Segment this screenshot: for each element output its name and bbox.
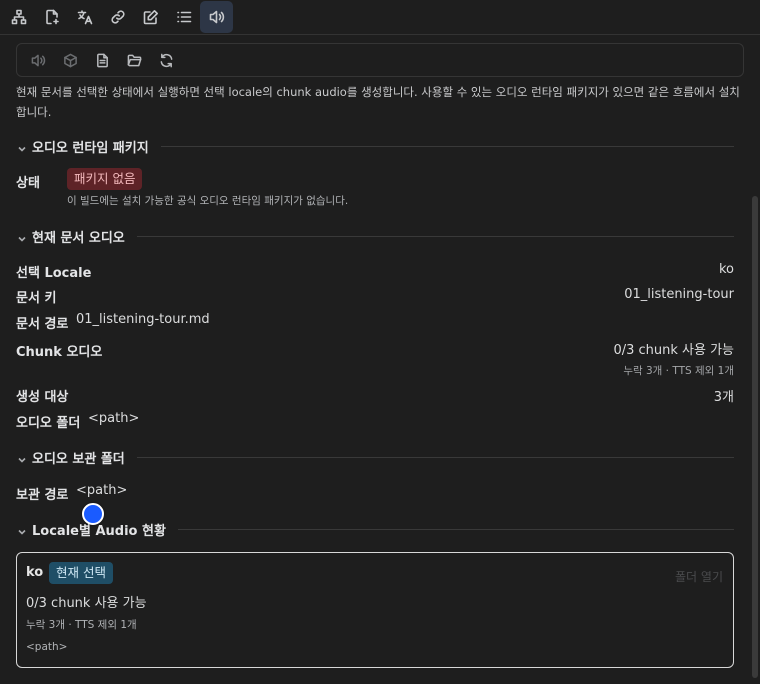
sitemap-icon — [11, 9, 26, 25]
runtime-note: 이 빌드에는 설치 가능한 공식 오디오 런타임 패키지가 없습니다. — [67, 195, 349, 207]
chevron-down-icon — [16, 230, 28, 242]
tab-links[interactable] — [101, 1, 134, 33]
file-link-icon — [45, 9, 59, 25]
open-folder-button[interactable]: 폴더 열기 — [675, 568, 723, 585]
document-icon — [96, 53, 108, 67]
tab-list[interactable] — [167, 1, 200, 33]
current-selection-badge: 현재 선택 — [49, 562, 113, 584]
audio-folder-value: <path> — [88, 411, 140, 426]
chunk-audio-value: 0/3 chunk 사용 가능 — [613, 343, 734, 358]
tab-edit[interactable] — [134, 1, 167, 33]
folder-icon — [127, 54, 141, 66]
runtime-section-toggle[interactable]: 오디오 런타임 패키지 — [16, 136, 734, 156]
archive-section-toggle[interactable]: 오디오 보관 폴더 — [16, 447, 734, 467]
doc-key-value: 01_listening-tour — [624, 287, 734, 302]
doc-path-value: 01_listening-tour.md — [76, 312, 210, 327]
list-icon — [176, 11, 191, 23]
status-badge: 패키지 없음 — [67, 168, 143, 190]
tab-file-links[interactable] — [35, 1, 68, 33]
section-divider — [136, 456, 734, 458]
runtime-section-title: 오디오 런타임 패키지 — [32, 140, 149, 156]
locale-card[interactable]: ko 현재 선택 폴더 열기 0/3 chunk 사용 가능 누락 3개 · T… — [16, 552, 734, 668]
chevron-down-icon — [16, 140, 28, 152]
refresh-button[interactable] — [150, 46, 182, 74]
chunk-audio-detail: 누락 3개 · TTS 제외 1개 — [623, 365, 734, 377]
open-folder-button[interactable] — [118, 46, 150, 74]
scrollbar[interactable] — [752, 196, 758, 678]
archive-path-value: <path> — [76, 483, 128, 498]
tab-audio[interactable] — [200, 1, 233, 33]
audio-action-toolbar — [16, 43, 744, 77]
locale-value: ko — [718, 262, 734, 277]
refresh-icon — [160, 53, 172, 67]
chevron-down-icon — [16, 523, 28, 535]
audio-description: 현재 문서를 선택한 상태에서 실행하면 선택 locale의 chunk au… — [16, 85, 740, 119]
archive-section-title: 오디오 보관 폴더 — [32, 451, 125, 467]
card-availability: 0/3 chunk 사용 가능 — [26, 596, 147, 611]
pointer-cursor — [82, 503, 104, 525]
edit-icon — [143, 10, 158, 25]
status-label: 상태 — [16, 176, 40, 191]
view-tab-bar — [0, 0, 760, 35]
card-path: <path> — [26, 641, 68, 653]
locale-status-section-toggle[interactable]: Locale별 Audio 현황 — [16, 519, 734, 539]
target-value: 3개 — [713, 390, 734, 405]
play-audio-button[interactable] — [22, 46, 54, 74]
tab-translate[interactable] — [68, 1, 101, 33]
current-audio-section-toggle[interactable]: 현재 문서 오디오 — [16, 226, 734, 246]
archive-path-label: 보관 경로 — [16, 488, 69, 503]
locale-label: 선택 Locale — [16, 266, 92, 281]
doc-key-label: 문서 키 — [16, 291, 57, 306]
card-detail: 누락 3개 · TTS 제외 1개 — [26, 619, 137, 631]
target-label: 생성 대상 — [16, 390, 69, 405]
audio-folder-label: 오디오 폴더 — [16, 416, 81, 431]
section-divider — [136, 235, 734, 237]
section-divider — [160, 145, 734, 147]
open-document-button[interactable] — [86, 46, 118, 74]
doc-path-label: 문서 경로 — [16, 317, 69, 332]
current-audio-section-title: 현재 문서 오디오 — [32, 230, 125, 246]
chevron-down-icon — [16, 451, 28, 463]
card-locale: ko — [26, 565, 44, 580]
section-divider — [177, 528, 734, 530]
package-icon — [63, 53, 77, 67]
speaker-icon — [209, 10, 224, 24]
link-icon — [110, 10, 125, 24]
translate-icon — [77, 10, 92, 25]
tab-outline[interactable] — [2, 1, 35, 33]
speaker-icon — [31, 54, 45, 66]
install-package-button[interactable] — [54, 46, 86, 74]
chunk-audio-label: Chunk 오디오 — [16, 345, 103, 360]
